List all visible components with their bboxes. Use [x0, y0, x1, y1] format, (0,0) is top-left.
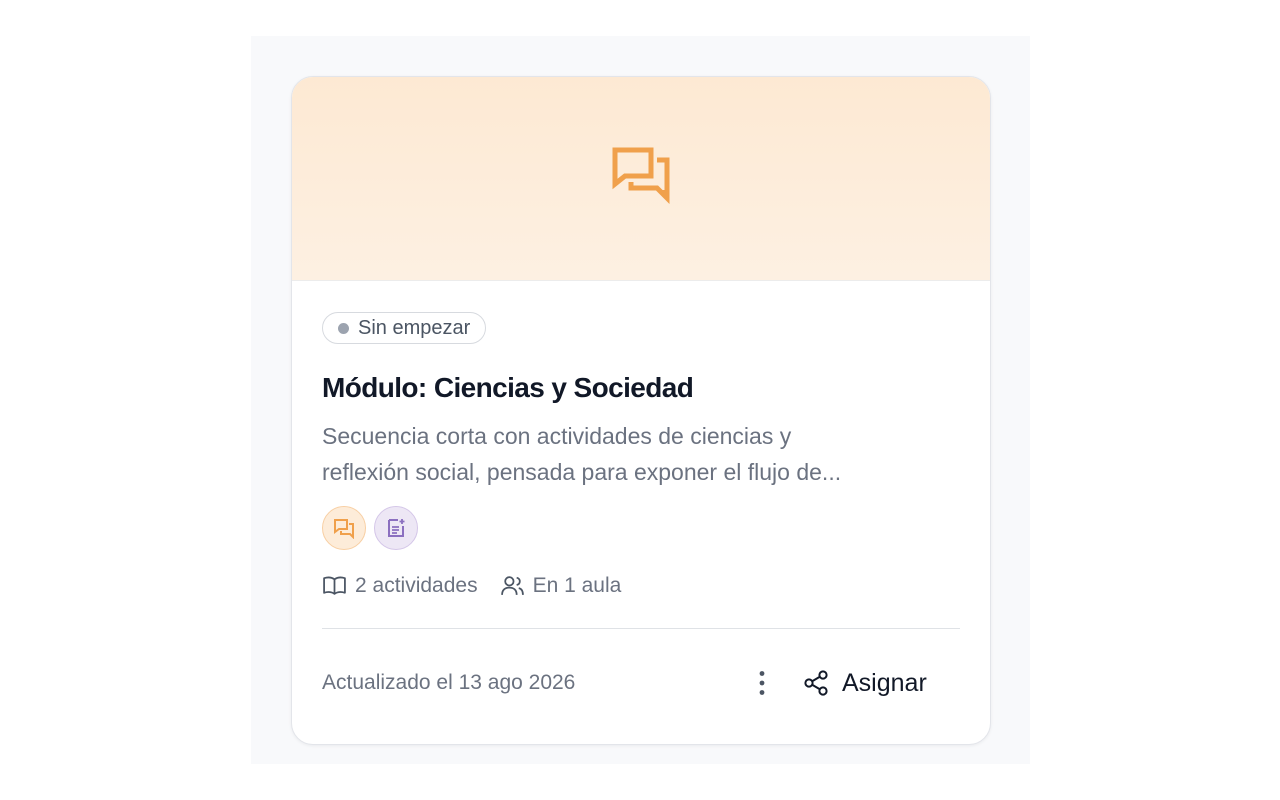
description-line: reflexión social, pensada para exponer e… — [322, 459, 842, 485]
activities-count: 2 actividades — [322, 573, 478, 598]
book-open-icon — [323, 576, 346, 595]
share-icon — [804, 670, 828, 696]
more-options-button[interactable] — [742, 665, 782, 701]
card-body: Sin empezar Módulo: Ciencias y Sociedad … — [322, 312, 960, 598]
card-meta: 2 actividades En 1 aula — [322, 573, 960, 598]
description-line: Secuencia corta con actividades de cienc… — [322, 423, 792, 449]
discussion-icon — [334, 519, 354, 539]
discussion-chip — [322, 506, 366, 550]
card-description: Secuencia corta con actividades de cienc… — [322, 418, 962, 490]
module-card[interactable]: Sin empezar Módulo: Ciencias y Sociedad … — [291, 76, 991, 745]
users-icon — [500, 576, 524, 595]
activity-type-chips — [322, 506, 960, 550]
activities-count-label: 2 actividades — [355, 573, 478, 597]
page-background: Sin empezar Módulo: Ciencias y Sociedad … — [251, 36, 1030, 764]
discussion-icon — [612, 147, 670, 204]
card-divider — [322, 628, 960, 629]
card-title: Módulo: Ciencias y Sociedad — [322, 372, 694, 403]
assign-button[interactable]: Asignar — [792, 659, 937, 707]
status-label: Sin empezar — [358, 316, 471, 339]
more-vertical-icon — [759, 671, 765, 695]
updated-date: Actualizado el 13 ago 2026 — [322, 671, 576, 694]
card-banner — [292, 77, 990, 281]
worksheet-icon — [388, 519, 405, 537]
status-dot — [338, 322, 349, 334]
status-badge: Sin empezar — [322, 312, 487, 344]
worksheet-chip — [374, 506, 418, 550]
classroom-count: En 1 aula — [500, 573, 622, 598]
assign-button-label: Asignar — [842, 668, 927, 697]
card-footer: Actualizado el 13 ago 2026 Asignar — [322, 659, 960, 707]
classroom-count-label: En 1 aula — [532, 573, 622, 597]
